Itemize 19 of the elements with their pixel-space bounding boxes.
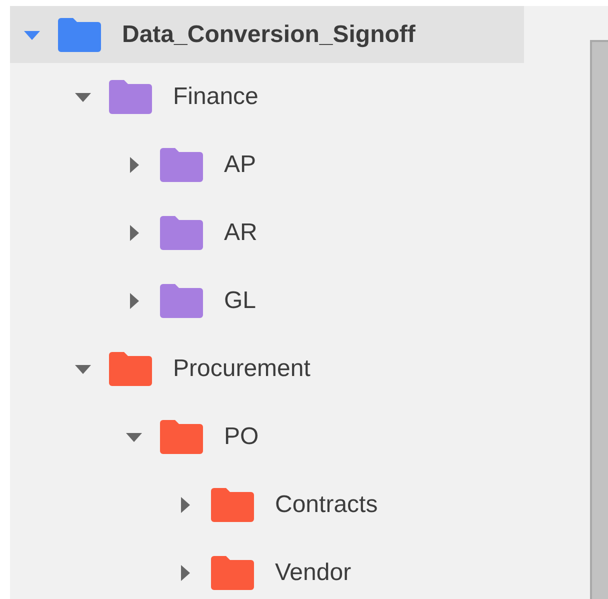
folder-name: Vendor <box>275 559 352 587</box>
folder-name: Data_Conversion_Signoff <box>122 20 416 48</box>
folder-name: Contracts <box>275 491 378 519</box>
tree-item[interactable]: AR <box>10 199 524 267</box>
tree-item[interactable]: Finance <box>10 63 524 131</box>
tree-item[interactable]: PO <box>10 403 524 471</box>
tree-item[interactable]: AP <box>10 131 524 199</box>
tree-item[interactable]: GL <box>10 267 524 335</box>
tree-item[interactable]: Data_Conversion_Signoff <box>10 6 524 63</box>
folder-name: AP <box>224 151 256 179</box>
folder-name: Finance <box>173 83 258 111</box>
folder-name: Procurement <box>173 355 310 383</box>
scrollbar[interactable] <box>590 40 608 599</box>
folder-name: PO <box>224 423 259 451</box>
folder-name: GL <box>224 287 256 315</box>
tree-item[interactable]: Contracts <box>10 471 524 539</box>
tree-item[interactable]: Vendor <box>10 539 524 599</box>
tree-item[interactable]: Procurement <box>10 335 524 403</box>
folder-name: AR <box>224 219 258 247</box>
